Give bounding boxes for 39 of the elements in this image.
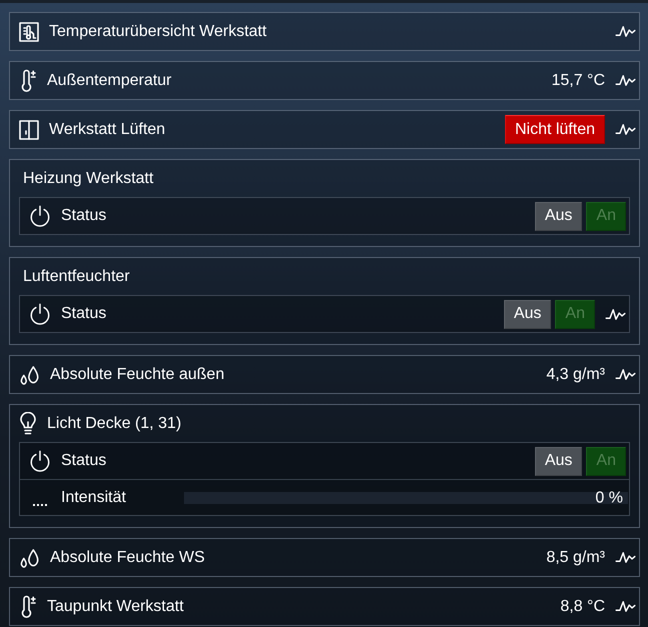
item-label: Intensität: [61, 488, 127, 508]
power-icon: [29, 205, 51, 227]
slider-track[interactable]: 0 %: [184, 492, 628, 504]
line-chart-icon[interactable]: [615, 551, 636, 564]
light-bulb-icon: [19, 412, 37, 436]
item-label: Status: [61, 206, 108, 226]
window-icon: [19, 120, 39, 140]
group-title: Heizung Werkstatt: [23, 168, 154, 188]
thermometer-icon: [19, 594, 37, 618]
line-chart-icon[interactable]: [615, 25, 636, 38]
item-value: 15,7 °C: [551, 70, 605, 90]
item-label: Temperaturübersicht Werkstatt: [49, 22, 268, 42]
group-title: Luftentfeuchter: [23, 266, 131, 286]
line-chart-icon[interactable]: [605, 308, 626, 320]
power-icon: [29, 450, 51, 472]
power-icon: [29, 303, 51, 325]
toggle-button[interactable]: Nicht lüften: [504, 115, 605, 144]
thermometer-board-icon: [19, 22, 39, 42]
item-label: Status: [61, 304, 108, 324]
item-label: Außentemperatur: [47, 70, 173, 90]
item-label: Absolute Feuchte WS: [50, 548, 206, 568]
line-chart-icon[interactable]: [615, 600, 636, 613]
group-title: Licht Decke (1, 31): [47, 414, 182, 434]
line-chart-icon[interactable]: [615, 74, 636, 87]
thermometer-icon: [19, 68, 37, 92]
item-label: Taupunkt Werkstatt: [47, 596, 185, 616]
water-drops-icon: [19, 548, 40, 568]
toggle-button[interactable]: Aus: [534, 202, 582, 230]
item-value: 8,8 °C: [560, 596, 605, 616]
item-value: 4,3 g/m³: [546, 364, 605, 384]
line-chart-icon[interactable]: [615, 368, 636, 381]
toggle-button[interactable]: Aus: [504, 300, 552, 328]
item-value: 8,5 g/m³: [546, 548, 605, 568]
toggle-button[interactable]: Aus: [534, 446, 582, 476]
item-label: Absolute Feuchte außen: [50, 364, 226, 384]
water-drops-icon: [19, 364, 40, 384]
item-label: Status: [61, 451, 108, 471]
item-label: Werkstatt Lüften: [49, 120, 166, 140]
line-chart-icon[interactable]: [615, 123, 636, 136]
